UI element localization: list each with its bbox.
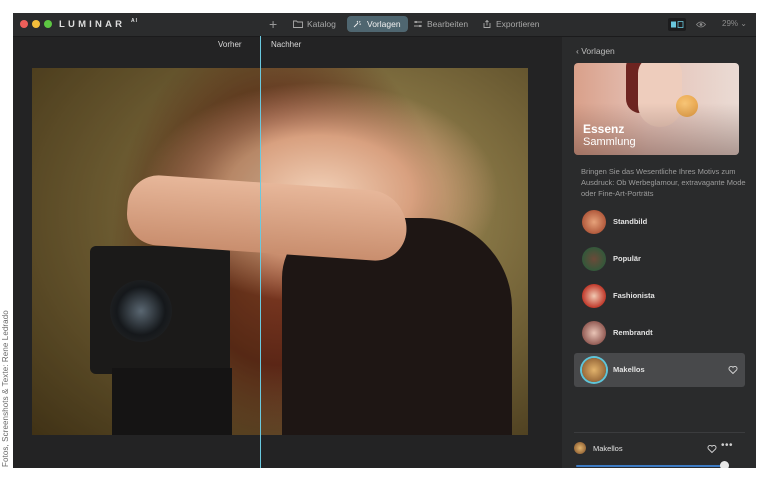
compare-view-button[interactable]: [668, 18, 686, 31]
luminar-window: LUMINAR AI + Katalog Vorlagen Bearbeiten…: [13, 13, 756, 468]
preset-makellos[interactable]: Makellos: [574, 353, 745, 387]
top-toolbar: LUMINAR AI + Katalog Vorlagen Bearbeiten…: [13, 13, 756, 37]
split-view-icon: [671, 21, 684, 28]
preset-name: Populär: [613, 254, 641, 263]
back-to-presets-button[interactable]: ‹ Vorlagen: [576, 46, 615, 56]
collection-subtitle: Sammlung: [583, 136, 636, 148]
preset-thumbnail: [582, 247, 606, 271]
collection-description: Bringen Sie das Wesentliche Ihres Motivs…: [581, 167, 746, 198]
preset-populaer[interactable]: Populär: [574, 242, 745, 276]
tab-vorlagen[interactable]: Vorlagen: [347, 16, 408, 32]
zoom-window-button[interactable]: [44, 20, 52, 28]
preset-fashionista[interactable]: Fashionista: [574, 279, 745, 313]
collection-hero-card: Essenz Sammlung: [574, 63, 739, 155]
camera-lens: [110, 280, 172, 342]
panel-divider: [574, 432, 745, 433]
preset-name: Fashionista: [613, 291, 655, 300]
tab-katalog[interactable]: Katalog: [287, 16, 343, 32]
presets-panel: ‹ Vorlagen Essenz Sammlung Bringen Sie d…: [562, 37, 756, 468]
preset-thumbnail: [582, 321, 606, 345]
tab-label: Katalog: [307, 19, 336, 29]
after-label: Nachher: [271, 40, 302, 49]
more-options-button[interactable]: •••: [721, 440, 733, 451]
heart-icon[interactable]: [728, 365, 738, 375]
app-logo: LUMINAR AI: [59, 18, 139, 30]
preset-name: Makellos: [613, 365, 645, 374]
export-icon: [483, 20, 491, 28]
photo-canvas[interactable]: [32, 68, 528, 435]
tab-exportieren[interactable]: Exportieren: [476, 16, 546, 32]
collection-title: Essenz: [583, 122, 625, 136]
minimize-window-button[interactable]: [32, 20, 40, 28]
camera-tripod: [112, 368, 232, 435]
eye-icon[interactable]: [696, 20, 706, 29]
tab-label: Bearbeiten: [427, 19, 469, 29]
preset-name: Rembrandt: [613, 328, 653, 337]
preset-standbild[interactable]: Standbild: [574, 205, 745, 239]
sliders-icon: [414, 20, 422, 28]
slider-handle[interactable]: [720, 461, 729, 468]
tab-label: Vorlagen: [367, 19, 401, 29]
preset-amount-slider[interactable]: [576, 465, 726, 467]
chevron-left-icon: ‹: [576, 46, 579, 56]
folder-icon: [293, 20, 303, 28]
compare-divider-handle[interactable]: [260, 36, 261, 468]
tab-bearbeiten[interactable]: Bearbeiten: [407, 16, 475, 32]
photo-credit: Fotos, Screenshots & Texte: Rene Ledrado: [1, 310, 10, 467]
before-label: Vorher: [218, 40, 242, 49]
tab-label: Exportieren: [496, 19, 540, 29]
back-label: Vorlagen: [581, 46, 615, 56]
close-window-button[interactable]: [20, 20, 28, 28]
heart-icon[interactable]: [707, 444, 717, 454]
preset-name: Standbild: [613, 217, 648, 226]
add-photos-button[interactable]: +: [269, 16, 277, 32]
presets-icon: [353, 20, 362, 28]
preset-thumbnail: [582, 210, 606, 234]
preset-thumbnail: [582, 284, 606, 308]
preset-rembrandt[interactable]: Rembrandt: [574, 316, 745, 350]
preset-thumbnail: [582, 358, 606, 382]
zoom-level[interactable]: 29% ⌄: [722, 19, 747, 28]
applied-preset-thumbnail: [574, 442, 586, 454]
applied-preset-name: Makellos: [593, 444, 623, 453]
